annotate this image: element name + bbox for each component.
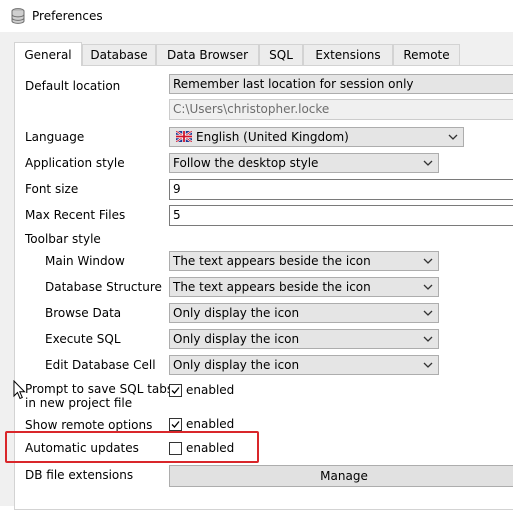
browse-data-toolbar-select[interactable]: Only display the icon [169,303,439,323]
application-style-label: Application style [25,156,125,170]
default-location-label: Default location [25,79,121,93]
show-remote-options-checkbox-label[interactable]: enabled [186,417,234,431]
edit-database-cell-toolbar-select[interactable]: Only display the icon [169,355,439,375]
automatic-updates-highlight [5,431,259,463]
database-app-icon [11,8,25,24]
chevron-down-icon [423,362,433,368]
db-file-extensions-label: DB file extensions [25,468,134,482]
max-recent-files-spinbox[interactable]: 5 [169,205,513,226]
tab-data-browser[interactable]: Data Browser [156,44,259,65]
execute-sql-toolbar-select[interactable]: Only display the icon [169,329,439,349]
font-size-label: Font size [25,182,79,196]
uk-flag-icon [176,131,192,142]
default-location-select[interactable]: Remember last location for session only [169,74,513,94]
main-window-label: Main Window [45,254,125,268]
execute-sql-label: Execute SQL [45,332,121,346]
chevron-down-icon [423,336,433,342]
toolbar-style-label: Toolbar style [25,232,101,246]
database-structure-toolbar-select[interactable]: The text appears beside the icon [169,277,439,297]
browse-data-label: Browse Data [45,306,122,320]
checkmark-icon [171,387,180,394]
chevron-down-icon [423,258,433,264]
prompt-save-sql-label-line1: Prompt to save SQL tabs [25,382,174,396]
database-structure-label: Database Structure [45,280,162,294]
tab-database[interactable]: Database [82,44,156,65]
window-title: Preferences [32,9,103,23]
edit-database-cell-label: Edit Database Cell [45,358,156,372]
max-recent-files-label: Max Recent Files [25,208,126,222]
tab-general[interactable]: General [14,42,82,66]
manage-extensions-button[interactable]: Manage [169,465,513,487]
application-style-select[interactable]: Follow the desktop style [169,153,439,173]
prompt-save-sql-checkbox-label[interactable]: enabled [186,383,234,397]
tab-extensions[interactable]: Extensions [303,44,393,65]
prompt-save-sql-label-line2: in new project file [25,396,133,410]
language-select[interactable]: English (United Kingdom) [169,127,464,147]
language-label: Language [25,130,85,144]
font-size-spinbox[interactable]: 9 [169,179,513,200]
tab-sql[interactable]: SQL [259,44,303,65]
chevron-down-icon [423,310,433,316]
main-window-toolbar-select[interactable]: The text appears beside the icon [169,251,439,271]
mouse-cursor-icon [13,380,26,400]
default-location-path-field: C:\Users\christopher.locke [169,99,513,120]
show-remote-options-label: Show remote options [25,418,153,432]
chevron-down-icon [448,134,458,140]
title-bar: Preferences [0,0,513,32]
chevron-down-icon [423,284,433,290]
prompt-save-sql-checkbox[interactable] [169,384,182,397]
show-remote-options-checkbox[interactable] [169,418,182,431]
checkmark-icon [171,421,180,428]
chevron-down-icon [423,160,433,166]
tab-remote[interactable]: Remote [393,44,460,65]
